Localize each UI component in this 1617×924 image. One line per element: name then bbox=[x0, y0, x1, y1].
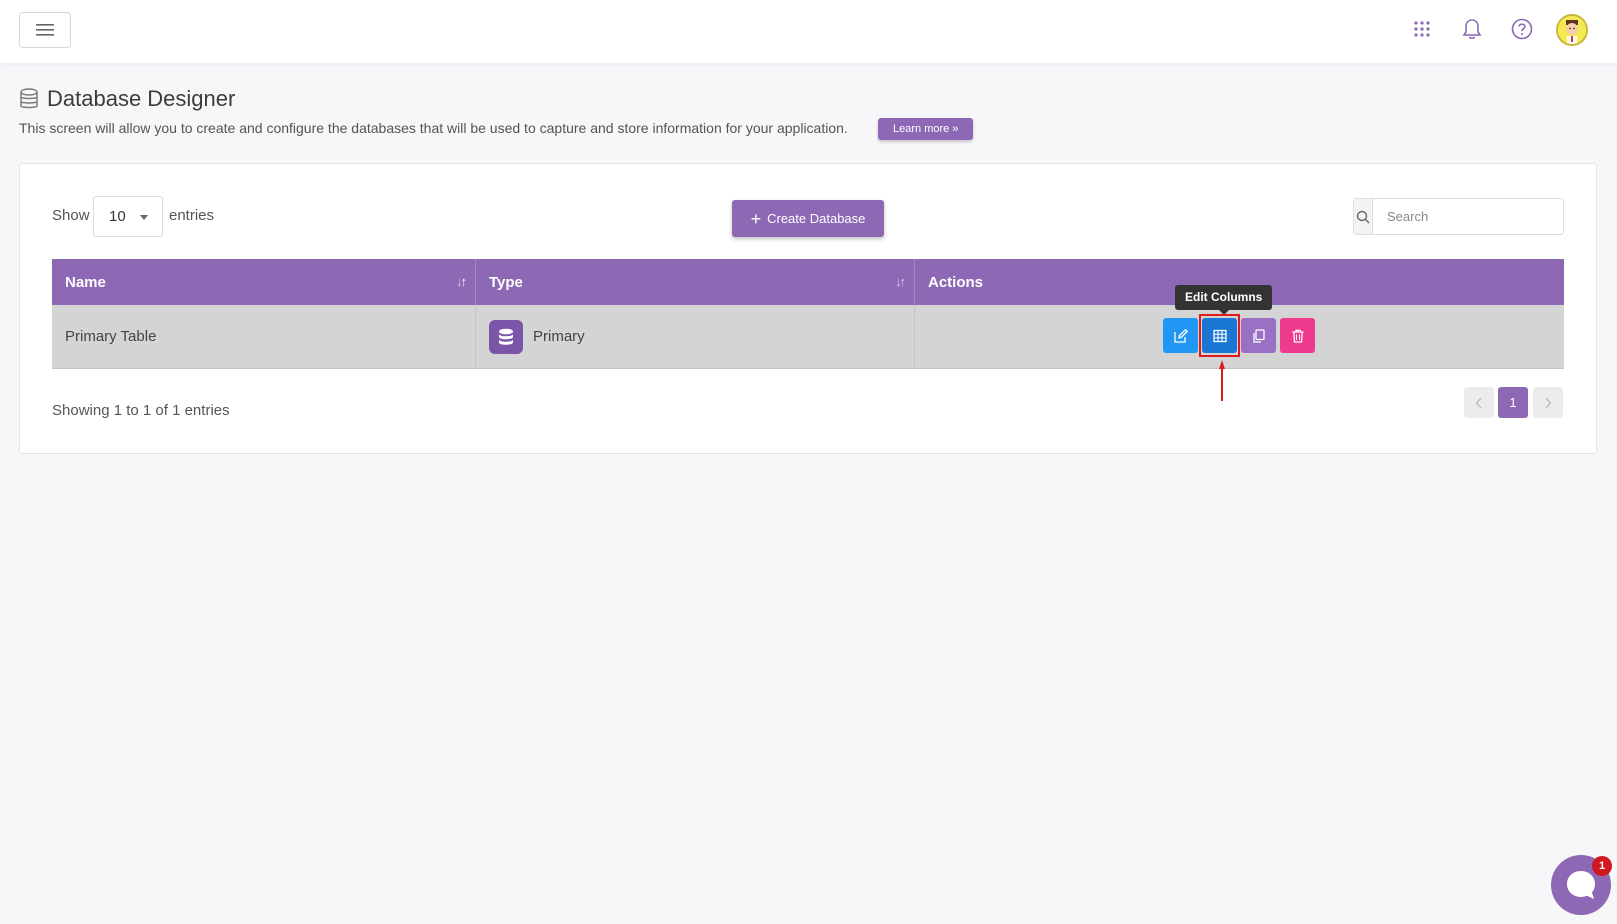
search-box bbox=[1353, 198, 1564, 235]
copy-icon bbox=[1252, 328, 1265, 343]
page-header: Database Designer bbox=[19, 86, 235, 112]
menu-toggle-button[interactable] bbox=[19, 12, 71, 48]
delete-database-button[interactable] bbox=[1280, 318, 1315, 353]
entries-select-value: 10 bbox=[109, 208, 126, 225]
annotation-highlight-box bbox=[1199, 314, 1240, 357]
column-header-name[interactable]: Name ↓↑ bbox=[52, 259, 476, 305]
entries-per-page-select[interactable]: 10 bbox=[93, 196, 163, 237]
page-description: This screen will allow you to create and… bbox=[19, 120, 848, 136]
chat-notification-badge: 1 bbox=[1592, 856, 1612, 876]
sort-asc-icon: ↓↑ bbox=[456, 274, 467, 289]
cell-name: Primary Table bbox=[52, 305, 476, 368]
apps-grid-icon[interactable] bbox=[1407, 14, 1437, 44]
hamburger-icon bbox=[36, 24, 54, 36]
edit-icon bbox=[1173, 328, 1188, 343]
show-label: Show bbox=[52, 207, 90, 224]
chevron-left-icon bbox=[1475, 397, 1482, 408]
table-row[interactable]: Primary Table Primary bbox=[52, 305, 1564, 369]
create-database-label: Create Database bbox=[767, 211, 866, 226]
page-title: Database Designer bbox=[47, 86, 236, 111]
chat-bubble-icon bbox=[1567, 871, 1595, 899]
pagination-next-button[interactable] bbox=[1533, 387, 1563, 418]
create-database-button[interactable]: + Create Database bbox=[732, 200, 884, 237]
top-bar bbox=[0, 0, 1617, 63]
table-header: Name ↓↑ Type ↓↑ Actions bbox=[52, 259, 1564, 305]
learn-more-button[interactable]: Learn more » bbox=[878, 118, 974, 140]
bell-icon[interactable] bbox=[1457, 14, 1487, 44]
column-header-label: Name bbox=[65, 273, 106, 291]
edit-database-button[interactable] bbox=[1163, 318, 1198, 353]
trash-icon bbox=[1292, 329, 1303, 343]
user-avatar[interactable] bbox=[1556, 14, 1588, 46]
primary-database-icon bbox=[489, 319, 523, 354]
column-header-label: Actions bbox=[928, 273, 984, 291]
database-icon bbox=[20, 88, 38, 109]
annotation-arrow-icon bbox=[1219, 360, 1225, 401]
column-header-type[interactable]: Type ↓↑ bbox=[476, 259, 915, 305]
showing-entries-text: Showing 1 to 1 of 1 entries bbox=[52, 402, 230, 419]
caret-down-icon bbox=[140, 215, 148, 220]
search-input[interactable] bbox=[1373, 199, 1563, 234]
copy-database-button[interactable] bbox=[1241, 318, 1276, 353]
search-icon bbox=[1354, 199, 1373, 234]
row-name-text: Primary Table bbox=[65, 328, 157, 345]
pagination-page-button[interactable]: 1 bbox=[1498, 387, 1528, 418]
pagination-prev-button[interactable] bbox=[1464, 387, 1494, 418]
avatar-face-icon bbox=[1558, 16, 1586, 44]
sort-icon: ↓↑ bbox=[895, 274, 906, 289]
edit-columns-tooltip: Edit Columns bbox=[1175, 285, 1273, 315]
cell-type: Primary bbox=[476, 305, 915, 368]
database-table: Name ↓↑ Type ↓↑ Actions Primary Table Pr… bbox=[52, 259, 1564, 369]
plus-icon: + bbox=[750, 208, 762, 229]
chevron-right-icon bbox=[1545, 397, 1552, 408]
entries-label: entries bbox=[169, 207, 215, 224]
column-header-label: Type bbox=[489, 273, 523, 291]
row-type-text: Primary bbox=[533, 328, 585, 345]
help-circle-icon[interactable] bbox=[1507, 14, 1537, 44]
